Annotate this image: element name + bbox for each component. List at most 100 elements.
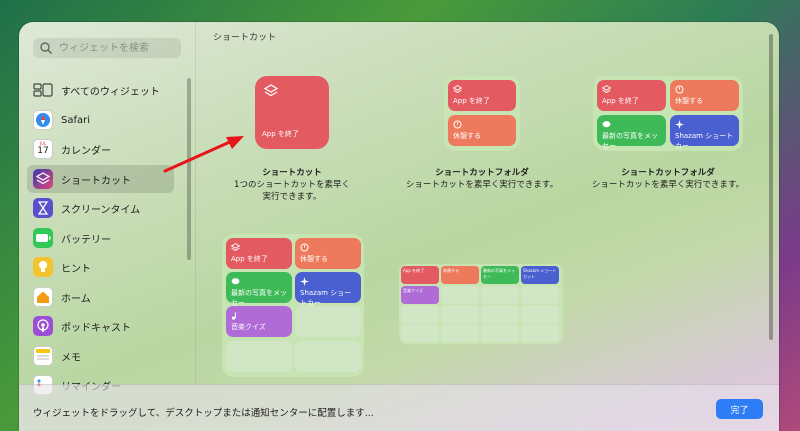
shortcuts-icon [601,85,612,93]
timer-icon [453,120,462,129]
sidebar: すべてのウィジェット Safari JUL 17 カレンダー ショートカット [19,22,196,395]
tile-label: Shazam ショートカット [523,268,557,279]
empty-slot [401,305,439,323]
shortcut-tile: 休憩する [670,80,739,111]
calendar-icon: JUL 17 [33,139,53,159]
shortcut-tile: 音楽クイズ [401,286,439,304]
gallery-scrollbar[interactable] [769,34,773,340]
shortcut-tile: 最新の写真をメッセー [226,272,292,307]
podcasts-icon [33,316,53,336]
tile-label: 休憩する [453,132,481,140]
shortcut-tile: App を終了 [448,80,516,111]
widget-title: ショートカットフォルダ [435,168,529,178]
sparkle-icon [300,277,309,286]
safari-compass-icon [33,110,53,130]
sidebar-item-notes[interactable]: メモ [27,342,174,370]
shortcuts-icon [264,84,278,97]
widget-gallery-window: すべてのウィジェット Safari JUL 17 カレンダー ショートカット [19,22,779,431]
sidebar-item-label: ホーム [61,293,91,305]
empty-slot [441,305,479,323]
sidebar-item-label: ヒント [61,263,91,275]
shortcuts-icon [33,169,53,189]
empty-slot [521,286,559,304]
empty-slot [441,324,479,342]
empty-slot [481,286,519,304]
shortcut-tile: App を終了 [401,266,439,284]
search-field[interactable] [33,38,181,58]
section-title: ショートカット [213,33,277,43]
shortcut-tile: 最新の写真をメッセー [481,266,519,284]
sidebar-item-label: スクリーンタイム [61,204,141,216]
tile-label: Shazam ショートカー [300,289,352,307]
tile-label: 休憩する [443,268,459,273]
music-note-icon [231,312,236,320]
sidebar-item-shortcuts[interactable]: ショートカット [27,165,174,193]
widget-description: ショートカットを素早く実行できます。 [405,180,559,190]
widget-preview-small[interactable]: App を終了 [255,76,329,149]
annotation-arrow-icon [163,136,244,173]
widget-preview-folder-medium[interactable]: App を終了 休憩する 最新の写真をメッセー Shazam ショートカー [593,76,743,151]
message-icon [602,121,611,128]
notes-icon [33,346,53,366]
lightbulb-icon [33,257,53,277]
shortcut-tile: App を終了 [597,80,666,111]
tile-label: App を終了 [231,255,268,263]
sidebar-item-podcasts[interactable]: ポッドキャスト [27,312,174,340]
widget-preview-folder-xl[interactable]: App を終了 休憩する 最新の写真をメッセー Shazam ショートカット 音… [399,264,563,344]
tile-label: 最新の写真をメッセー [483,268,515,279]
tile-label: 音楽クイズ [231,323,266,331]
sidebar-item-label: ショートカット [61,175,131,187]
shortcut-tile: Shazam ショートカー [670,115,739,150]
widget-preview-folder-large[interactable]: App を終了 休憩する 最新の写真をメッセー Shazam ショートカー 音楽… [222,234,364,377]
empty-slot [295,341,361,372]
timer-icon [300,243,309,252]
tile-label: 音楽クイズ [403,288,423,293]
sidebar-item-label: バッテリー [61,234,111,246]
empty-slot [441,286,479,304]
tile-label: Shazam ショートカー [675,132,734,150]
tile-label: App を終了 [262,130,299,138]
sidebar-item-battery[interactable]: バッテリー [27,224,174,252]
sidebar-item-tips[interactable]: ヒント [27,253,174,281]
tile-label: App を終了 [602,97,639,105]
shortcut-tile: App を終了 [226,238,292,269]
sidebar-item-all-widgets[interactable]: すべてのウィジェット [27,76,174,104]
timer-icon [675,85,684,94]
shortcut-tile: 休憩する [441,266,479,284]
tile-label: 最新の写真をメッセー [602,132,658,150]
sidebar-item-safari[interactable]: Safari [27,106,174,134]
sidebar-item-label: すべてのウィジェット [61,86,160,98]
shortcuts-icon [452,85,463,93]
sidebar-item-home[interactable]: ホーム [27,283,174,311]
widget-title: ショートカットフォルダ [621,168,715,178]
footer-bar: ウィジェットをドラッグして、デスクトップまたは通知センターに配置します... 完… [19,384,779,431]
grid-icon [33,80,53,100]
sidebar-item-label: メモ [61,352,81,364]
tile-label: 休憩する [675,97,703,105]
widget-preview-folder-small[interactable]: App を終了 休憩する [444,76,520,151]
empty-slot [521,305,559,323]
tile-label: 最新の写真をメッセー [231,289,287,307]
search-input[interactable] [57,41,181,55]
shortcut-tile: 最新の写真をメッセー [597,115,666,150]
sparkle-icon [675,120,684,129]
empty-slot [481,305,519,323]
sidebar-item-label: Safari [61,114,91,126]
empty-slot [295,306,361,337]
empty-slot [401,324,439,342]
drag-hint: ウィジェットをドラッグして、デスクトップまたは通知センターに配置します... [33,408,374,419]
empty-slot [521,324,559,342]
done-button[interactable]: 完了 [716,399,763,419]
shortcut-tile: 音楽クイズ [226,306,292,337]
widget-description: 1つのショートカットを素早く実行できます。 [234,180,350,202]
battery-icon [33,228,53,248]
widget-gallery: ショートカット App を終了 ショートカット 1つのショートカットを素早く実行… [196,22,779,384]
widget-description: ショートカットを素早く実行できます。 [591,180,745,190]
sidebar-item-label: カレンダー [61,145,111,157]
sidebar-item-label: ポッドキャスト [61,322,131,334]
shortcut-tile: 休憩する [295,238,361,269]
sidebar-item-calendar[interactable]: JUL 17 カレンダー [27,135,174,163]
hourglass-icon [33,198,53,218]
shortcuts-icon [230,243,241,251]
sidebar-item-screen-time[interactable]: スクリーンタイム [27,194,174,222]
